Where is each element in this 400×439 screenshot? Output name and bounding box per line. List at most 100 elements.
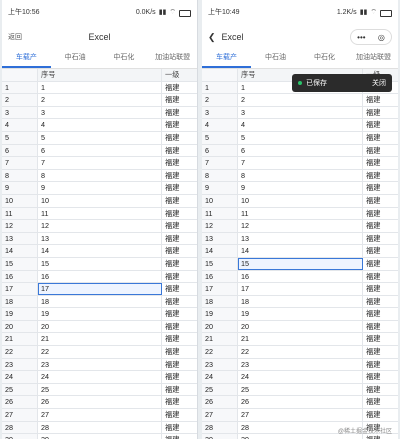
table-cell[interactable]: 27 [238,409,363,421]
table-cell[interactable]: 11 [238,207,363,220]
row-number[interactable]: 4 [202,119,238,131]
table-cell[interactable]: 19 [38,308,162,320]
column-header[interactable]: 序号 [38,69,162,81]
tab-sheet-1[interactable]: 车载产 [2,48,51,68]
table-cell[interactable]: 福建 [162,233,197,245]
row-number[interactable]: 26 [202,396,238,409]
table-cell[interactable]: 福建 [363,208,398,220]
table-cell[interactable]: 19 [238,308,363,320]
row-number[interactable]: 19 [2,308,38,320]
table-cell[interactable]: 福建 [363,308,398,320]
row-number[interactable]: 11 [2,207,38,220]
table-cell[interactable]: 20 [238,320,363,333]
row-number[interactable]: 28 [2,421,38,434]
row-number[interactable]: 24 [202,371,238,383]
table-cell[interactable]: 福建 [162,333,197,345]
tab-sheet-3[interactable]: 中石化 [300,48,349,68]
table-cell[interactable]: 10 [238,194,363,207]
row-number[interactable]: 8 [202,169,238,182]
table-cell[interactable]: 福建 [363,333,398,345]
table-cell[interactable]: 福建 [162,82,197,94]
table-cell[interactable]: 16 [38,270,162,283]
table-cell[interactable]: 福建 [162,409,197,421]
table-cell[interactable]: 10 [38,194,162,207]
table-cell[interactable]: 福建 [162,396,197,408]
row-number[interactable]: 11 [202,207,238,220]
table-cell[interactable]: 福建 [162,384,197,396]
row-number[interactable]: 22 [2,346,38,358]
row-number[interactable]: 6 [202,144,238,157]
table-cell[interactable]: 福建 [363,371,398,383]
row-number[interactable]: 15 [2,257,38,270]
table-cell[interactable]: 21 [38,333,162,346]
table-cell[interactable]: 福建 [162,220,197,232]
row-number[interactable]: 3 [2,106,38,119]
row-number[interactable]: 13 [2,232,38,245]
table-cell[interactable]: 福建 [162,283,197,295]
table-cell[interactable]: 福建 [363,145,398,157]
table-cell[interactable]: 福建 [162,208,197,220]
row-number[interactable]: 16 [2,270,38,283]
table-cell[interactable]: 8 [38,169,162,182]
table-cell[interactable]: 福建 [162,132,197,144]
table-cell[interactable]: 14 [238,245,363,257]
row-number[interactable]: 1 [202,81,238,94]
table-cell[interactable]: 6 [238,144,363,157]
table-cell[interactable]: 福建 [363,132,398,144]
row-number[interactable]: 6 [2,144,38,157]
table-cell[interactable]: 福建 [162,321,197,333]
table-cell[interactable]: 24 [38,371,162,383]
table-cell[interactable]: 福建 [162,296,197,308]
row-number[interactable]: 1 [2,81,38,94]
row-number[interactable]: 18 [2,295,38,308]
table-cell[interactable]: 15 [38,257,162,270]
table-cell[interactable]: 福建 [162,107,197,119]
table-cell[interactable]: 9 [38,182,162,194]
table-cell[interactable]: 福建 [363,409,398,421]
row-number[interactable]: 13 [202,232,238,245]
row-number[interactable]: 20 [2,320,38,333]
table-cell[interactable]: 26 [238,396,363,409]
row-number[interactable]: 12 [2,220,38,232]
table-cell[interactable]: 7 [38,157,162,169]
tab-sheet-2[interactable]: 中石油 [251,48,300,68]
row-number[interactable]: 18 [202,295,238,308]
row-number[interactable]: 20 [202,320,238,333]
table-cell[interactable]: 福建 [363,220,398,232]
table-cell[interactable]: 14 [38,245,162,257]
row-number[interactable]: 3 [202,106,238,119]
row-number[interactable]: 25 [202,383,238,396]
table-cell[interactable]: 13 [238,232,363,245]
column-header[interactable]: 一级 [162,69,197,81]
table-cell[interactable]: 9 [238,182,363,194]
row-number[interactable]: 5 [202,131,238,144]
table-cell[interactable]: 福建 [363,195,398,207]
table-cell[interactable]: 福建 [363,346,398,358]
table-cell[interactable]: 福建 [162,182,197,194]
table-cell[interactable]: 福建 [363,170,398,182]
table-cell[interactable]: 22 [238,346,363,358]
back-chevron-icon[interactable]: ❮ [208,32,216,43]
row-number[interactable]: 8 [2,169,38,182]
row-number[interactable]: 27 [202,409,238,421]
table-cell[interactable]: 福建 [162,271,197,283]
row-number[interactable]: 29 [202,434,238,439]
table-cell[interactable]: 7 [238,157,363,169]
table-cell[interactable]: 福建 [162,94,197,106]
table-cell[interactable]: 福建 [162,258,197,270]
table-cell[interactable]: 福建 [162,434,197,439]
row-number[interactable]: 10 [2,194,38,207]
table-cell[interactable]: 福建 [363,321,398,333]
table-cell[interactable]: 福建 [363,359,398,371]
table-cell[interactable]: 福建 [162,371,197,383]
row-number[interactable]: 23 [2,358,38,371]
table-cell[interactable]: 福建 [363,245,398,257]
table-cell[interactable]: 1 [38,81,162,94]
table-cell[interactable]: 福建 [162,119,197,131]
table-cell[interactable]: 12 [238,220,363,232]
table-cell[interactable]: 11 [38,207,162,220]
tab-sheet-4[interactable]: 加油站联盟 [148,48,197,68]
back-button[interactable]: 返回 [8,32,22,42]
table-cell[interactable]: 20 [38,320,162,333]
table-cell[interactable]: 福建 [162,170,197,182]
